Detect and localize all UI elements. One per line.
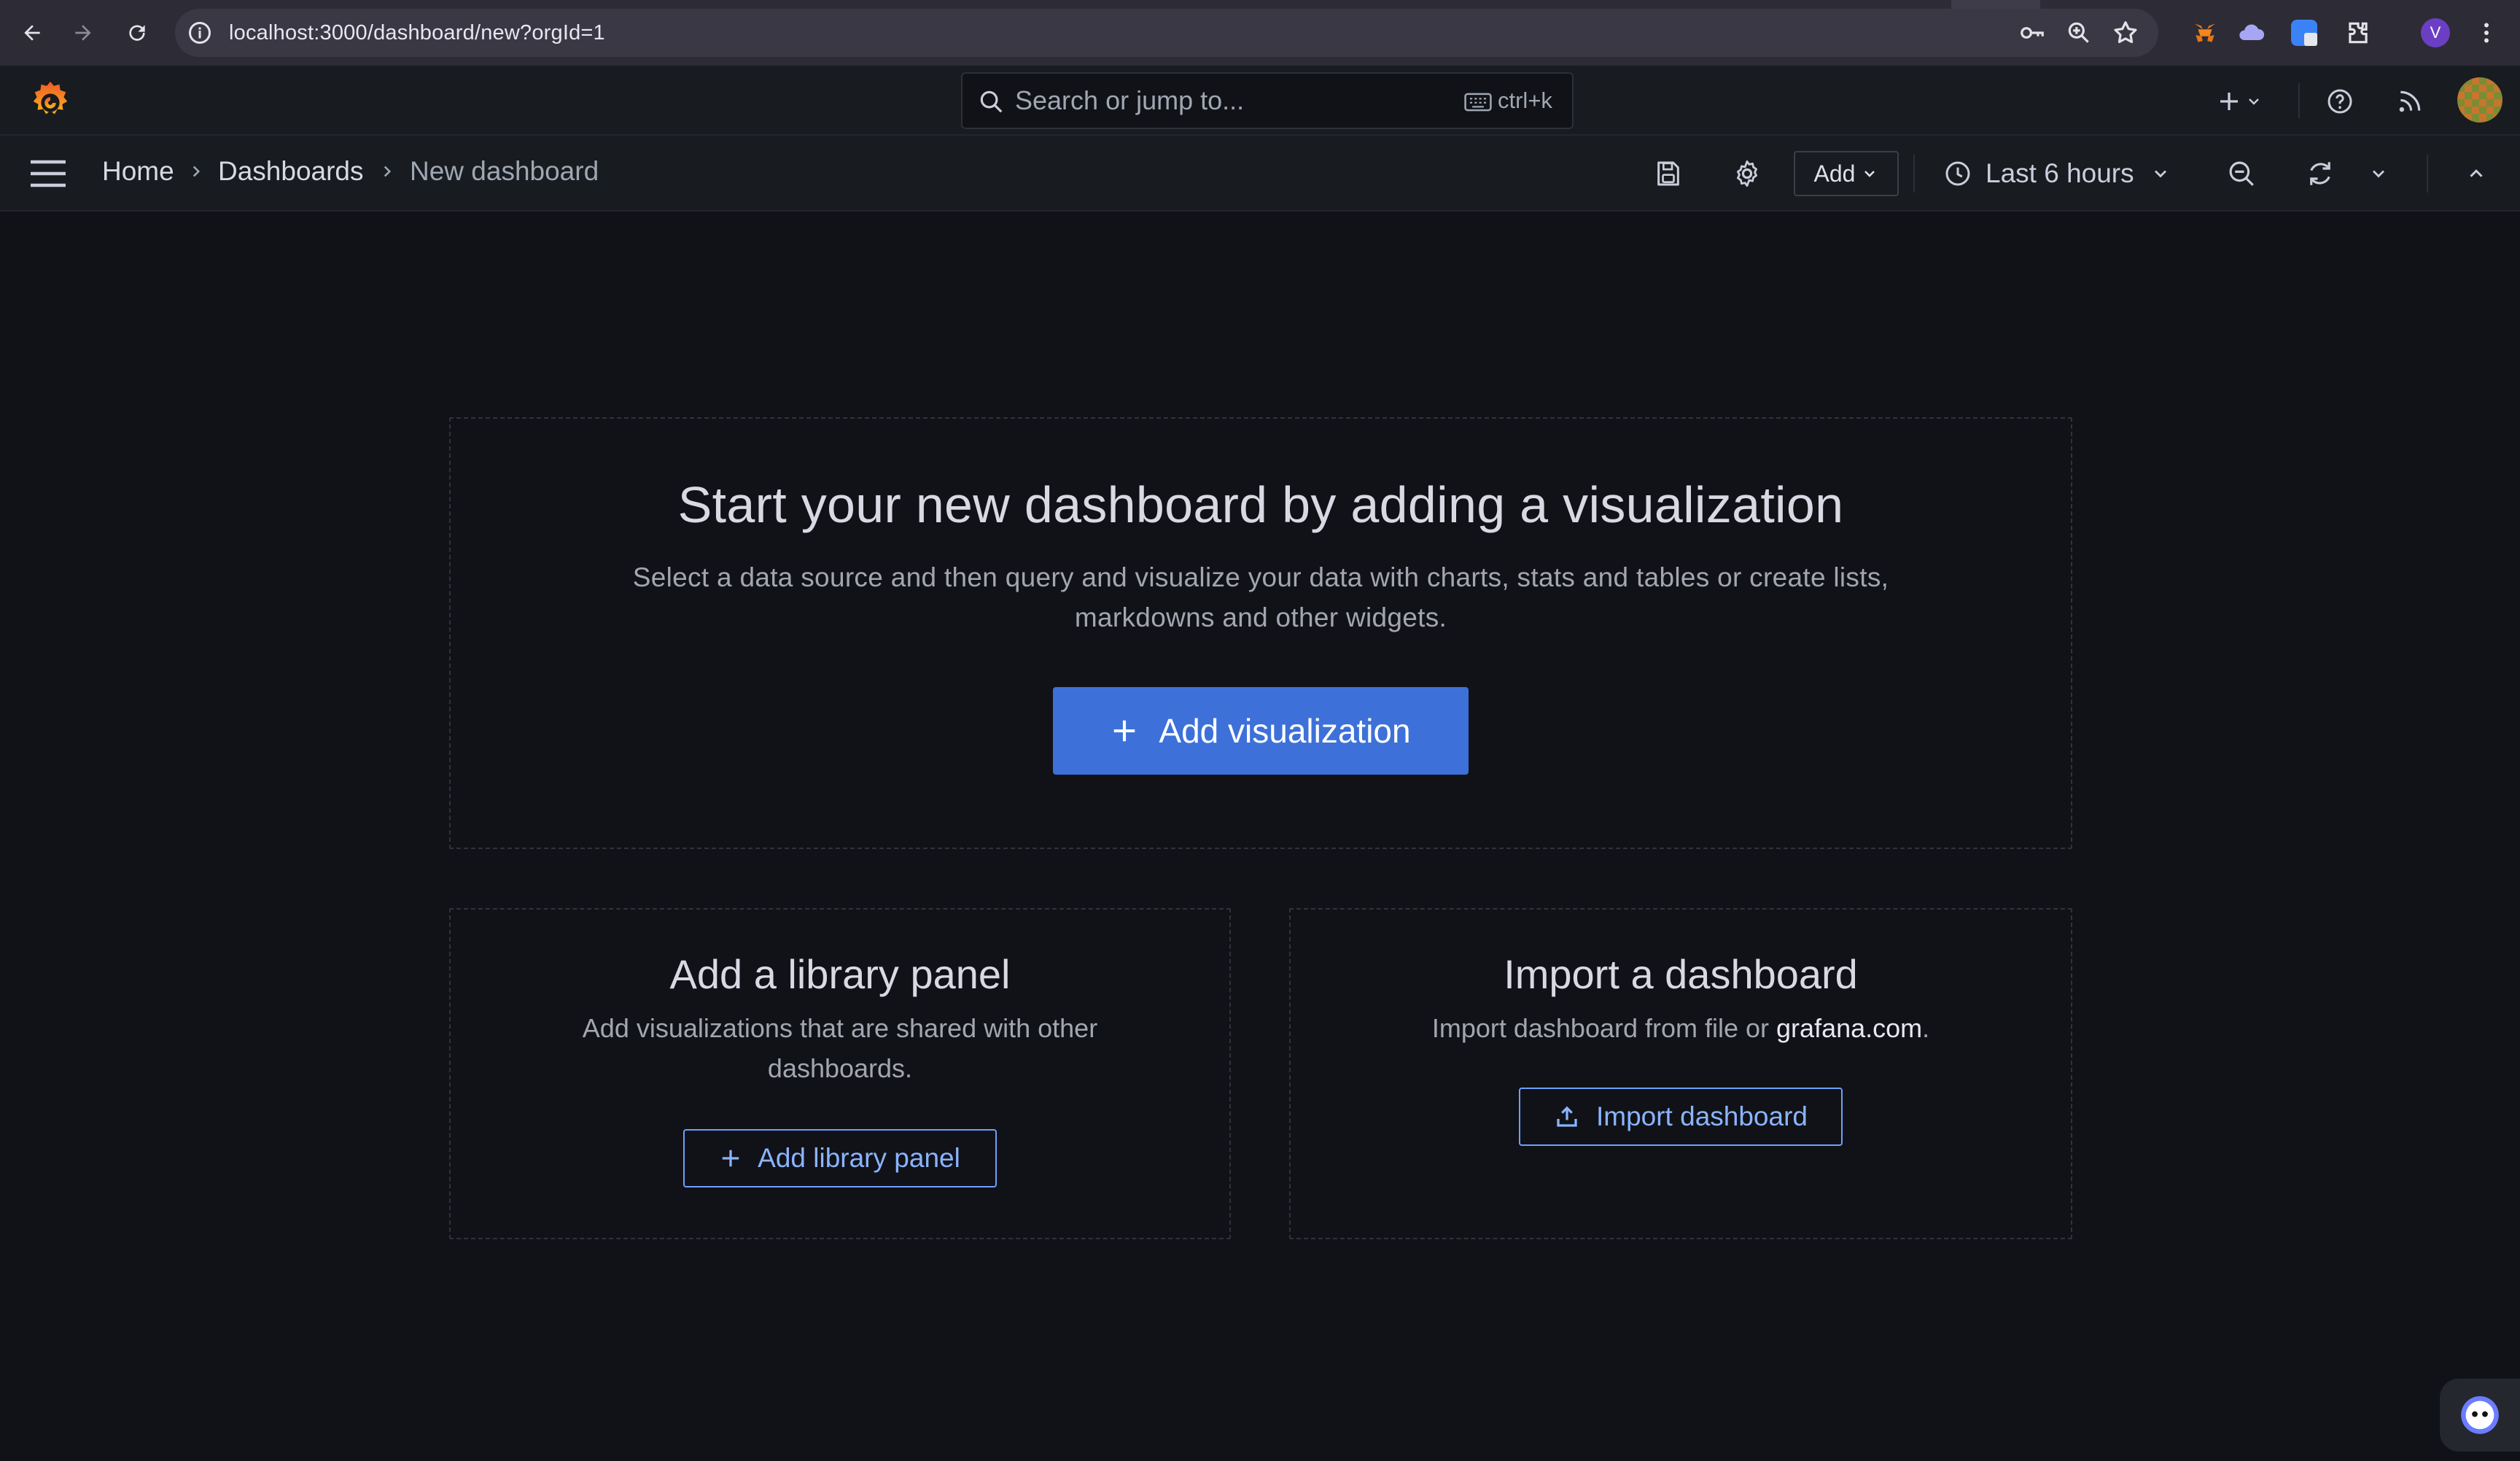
search-placeholder: Search or jump to... xyxy=(1015,85,1245,115)
add-visualization-button[interactable]: Add visualization xyxy=(1053,687,1469,775)
import-dashboard-label: Import dashboard xyxy=(1595,1101,1808,1131)
search-icon xyxy=(977,88,1005,115)
chevron-up-icon xyxy=(2470,169,2483,177)
arrow-right-icon xyxy=(75,25,91,41)
library-card-description-line1: Add visualizations that are shared with … xyxy=(582,1013,1098,1043)
refresh-icon xyxy=(2310,162,2330,185)
clock-icon xyxy=(1945,161,1970,186)
new-item-dropdown[interactable] xyxy=(2243,83,2265,120)
extensions-puzzle-icon[interactable] xyxy=(2341,15,2376,50)
hero-title: Start your new dashboard by adding a vis… xyxy=(677,476,1844,533)
address-bar[interactable]: localhost:3000/dashboard/new?orgId=1 xyxy=(175,9,2158,57)
divider xyxy=(2298,83,2300,118)
browser-profile-avatar[interactable]: V xyxy=(2418,15,2453,50)
chevron-down-icon xyxy=(2154,170,2166,178)
library-panel-card: Add a library panel Add visualizations t… xyxy=(449,908,1231,1239)
url-text: localhost:3000/dashboard/new?orgId=1 xyxy=(229,20,605,44)
refresh-button[interactable] xyxy=(2301,155,2339,193)
extension-cloud-icon[interactable] xyxy=(2234,15,2269,50)
dashboard-settings-button[interactable] xyxy=(1728,155,1766,193)
search-input[interactable]: Search or jump to... ctrl+k xyxy=(961,72,1574,129)
import-card-title: Import a dashboard xyxy=(1504,951,1858,997)
plus-icon xyxy=(2220,93,2238,110)
plus-icon xyxy=(1114,720,1135,742)
user-avatar[interactable] xyxy=(2457,77,2502,123)
collapse-toolbar-button[interactable] xyxy=(2457,155,2495,193)
profile-initial: V xyxy=(2421,18,2450,47)
site-info-icon[interactable] xyxy=(187,20,213,46)
chat-bot-icon xyxy=(2461,1396,2499,1434)
new-item-button[interactable] xyxy=(2211,83,2247,120)
arrow-left-icon xyxy=(24,25,40,41)
help-icon xyxy=(2328,89,2352,114)
search-shortcut: ctrl+k xyxy=(1498,88,1552,113)
menu-toggle-button[interactable] xyxy=(29,158,67,190)
reload-button[interactable] xyxy=(120,15,155,50)
rss-icon xyxy=(2399,90,2421,112)
zoom-out-icon xyxy=(2229,161,2254,186)
chevron-right-icon xyxy=(187,162,206,181)
save-dashboard-button[interactable] xyxy=(1649,155,1687,193)
import-dashboard-button[interactable]: Import dashboard xyxy=(1519,1088,1843,1146)
time-range-label: Last 6 hours xyxy=(1986,158,2134,188)
zoom-icon[interactable] xyxy=(2065,19,2093,47)
keyboard-icon xyxy=(1464,91,1492,113)
zoom-out-button[interactable] xyxy=(2222,155,2260,193)
add-visualization-panel: Start your new dashboard by adding a vis… xyxy=(449,417,2072,849)
back-button[interactable] xyxy=(15,15,50,50)
grafana-logo-icon[interactable] xyxy=(28,79,73,124)
news-feed-button[interactable] xyxy=(2392,83,2428,120)
library-card-description-line2: dashboards. xyxy=(767,1053,913,1083)
upload-icon xyxy=(1557,1106,1577,1127)
breadcrumb-dashboards[interactable]: Dashboards xyxy=(218,156,364,187)
import-card-description-suffix: . xyxy=(1922,1013,1930,1043)
chevron-down-icon xyxy=(1864,171,1875,177)
grafana-com-link[interactable]: grafana.com xyxy=(1776,1013,1922,1043)
hamburger-menu-icon xyxy=(31,160,66,187)
add-library-panel-button[interactable]: Add library panel xyxy=(683,1129,997,1187)
translate-extension-icon[interactable] xyxy=(2287,15,2322,50)
save-icon xyxy=(1657,161,1679,186)
chevron-down-icon xyxy=(2249,98,2259,105)
breadcrumb-current: New dashboard xyxy=(410,156,599,186)
chevron-right-icon xyxy=(378,162,397,181)
hero-description-line1: Select a data source and then query and … xyxy=(632,562,1889,592)
import-card-description: Import dashboard from file or grafana.co… xyxy=(1432,1008,1929,1048)
time-range-picker[interactable]: Last 6 hours xyxy=(1943,150,2171,197)
add-library-panel-label: Add library panel xyxy=(758,1143,960,1173)
hero-description-line2: markdowns and other widgets. xyxy=(1074,602,1447,632)
forward-button[interactable] xyxy=(66,15,101,50)
browser-menu-icon[interactable] xyxy=(2469,15,2504,50)
library-card-title: Add a library panel xyxy=(669,951,1011,997)
chevron-down-icon xyxy=(2373,170,2384,178)
plus-icon xyxy=(722,1150,739,1167)
reload-icon xyxy=(129,25,145,41)
breadcrumb-home[interactable]: Home xyxy=(102,156,174,187)
bookmark-star-icon[interactable] xyxy=(2112,19,2139,47)
gear-icon xyxy=(1737,160,1757,187)
add-dropdown-button[interactable]: Add xyxy=(1794,151,1899,196)
browser-toolbar: localhost:3000/dashboard/new?orgId=1 V xyxy=(0,0,2520,66)
dashboard-toolbar: Home Dashboards New dashboard Add Last 6… xyxy=(0,136,2520,212)
import-dashboard-card: Import a dashboard Import dashboard from… xyxy=(1289,908,2072,1239)
divider xyxy=(2427,155,2428,193)
add-button-label: Add xyxy=(1813,160,1856,187)
metamask-extension-icon[interactable] xyxy=(2188,15,2222,50)
import-card-description-prefix: Import dashboard from file or xyxy=(1431,1013,1777,1043)
divider xyxy=(1913,155,1915,193)
assistant-chat-button[interactable] xyxy=(2440,1379,2520,1452)
add-visualization-label: Add visualization xyxy=(1159,712,1411,750)
grafana-top-bar: Search or jump to... ctrl+k xyxy=(0,66,2520,136)
refresh-interval-dropdown[interactable] xyxy=(2364,155,2393,193)
help-button[interactable] xyxy=(2322,83,2358,120)
password-key-icon[interactable] xyxy=(2018,19,2046,47)
